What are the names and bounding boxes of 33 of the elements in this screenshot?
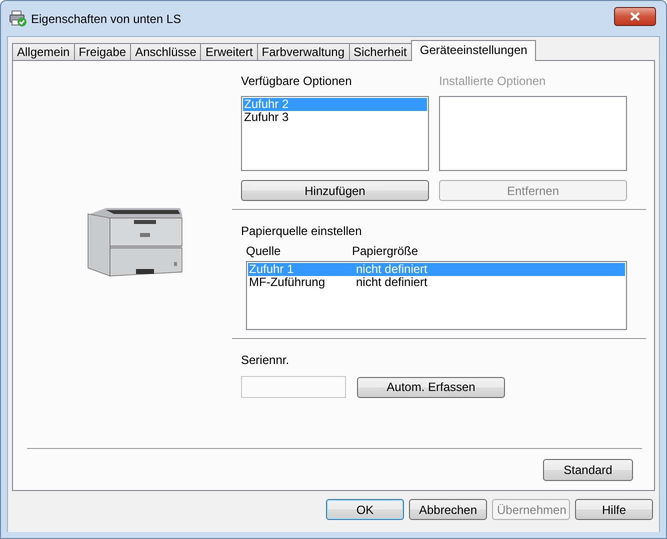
cancel-button[interactable]: Abbrechen [409,499,487,520]
auto-detect-button[interactable]: Autom. Erfassen [357,376,505,398]
table-cell-text: Zufuhr 1 [248,263,295,276]
column-header: Quelle [246,244,282,257]
window-title: Eigenschaften von unten LS [31,12,182,26]
installed-options-list[interactable] [439,96,627,171]
table-row[interactable]: MF-Zuführung nicht definiert [248,276,625,289]
available-options-label: Verfügbare Optionen [241,74,353,88]
add-button[interactable]: Hinzufügen [241,180,429,201]
section-heading: Papierquelle einstellen [241,224,363,238]
available-options-list[interactable]: Zufuhr 2 Zufuhr 3 [241,96,429,171]
table-cell: nicht definiert [356,276,428,289]
close-button[interactable] [614,7,656,26]
tab[interactable]: Geräteeinstellungen [410,40,536,61]
tab[interactable]: Anschlüsse [130,43,202,60]
ok-button[interactable]: OK [326,499,404,520]
serial-number-label: Seriennr. [241,353,290,367]
printer-icon [9,10,27,27]
table-cell-text: MF-Zuführung [248,276,326,289]
tab[interactable]: Allgemein [12,43,75,60]
help-button[interactable]: Hilfe [575,499,653,520]
standard-button[interactable]: Standard [543,459,633,481]
list-item[interactable]: Zufuhr 3 [243,111,427,124]
tab[interactable]: Erweitert [200,43,258,60]
column-header: Papiergröße [352,244,420,257]
tab[interactable]: Farbverwaltung [256,43,350,60]
serial-number-field[interactable] [241,376,346,398]
paper-source-list[interactable]: Zufuhr 1 nicht definiert MF-Zuführung nicht definiert [246,261,627,330]
close-icon [630,12,640,21]
table-cell: nicht definiert [356,263,428,276]
installed-options-label: Installierte Optionen [439,74,547,88]
tab[interactable]: Sicherheit [348,43,412,60]
tab[interactable]: Freigabe [74,43,132,60]
